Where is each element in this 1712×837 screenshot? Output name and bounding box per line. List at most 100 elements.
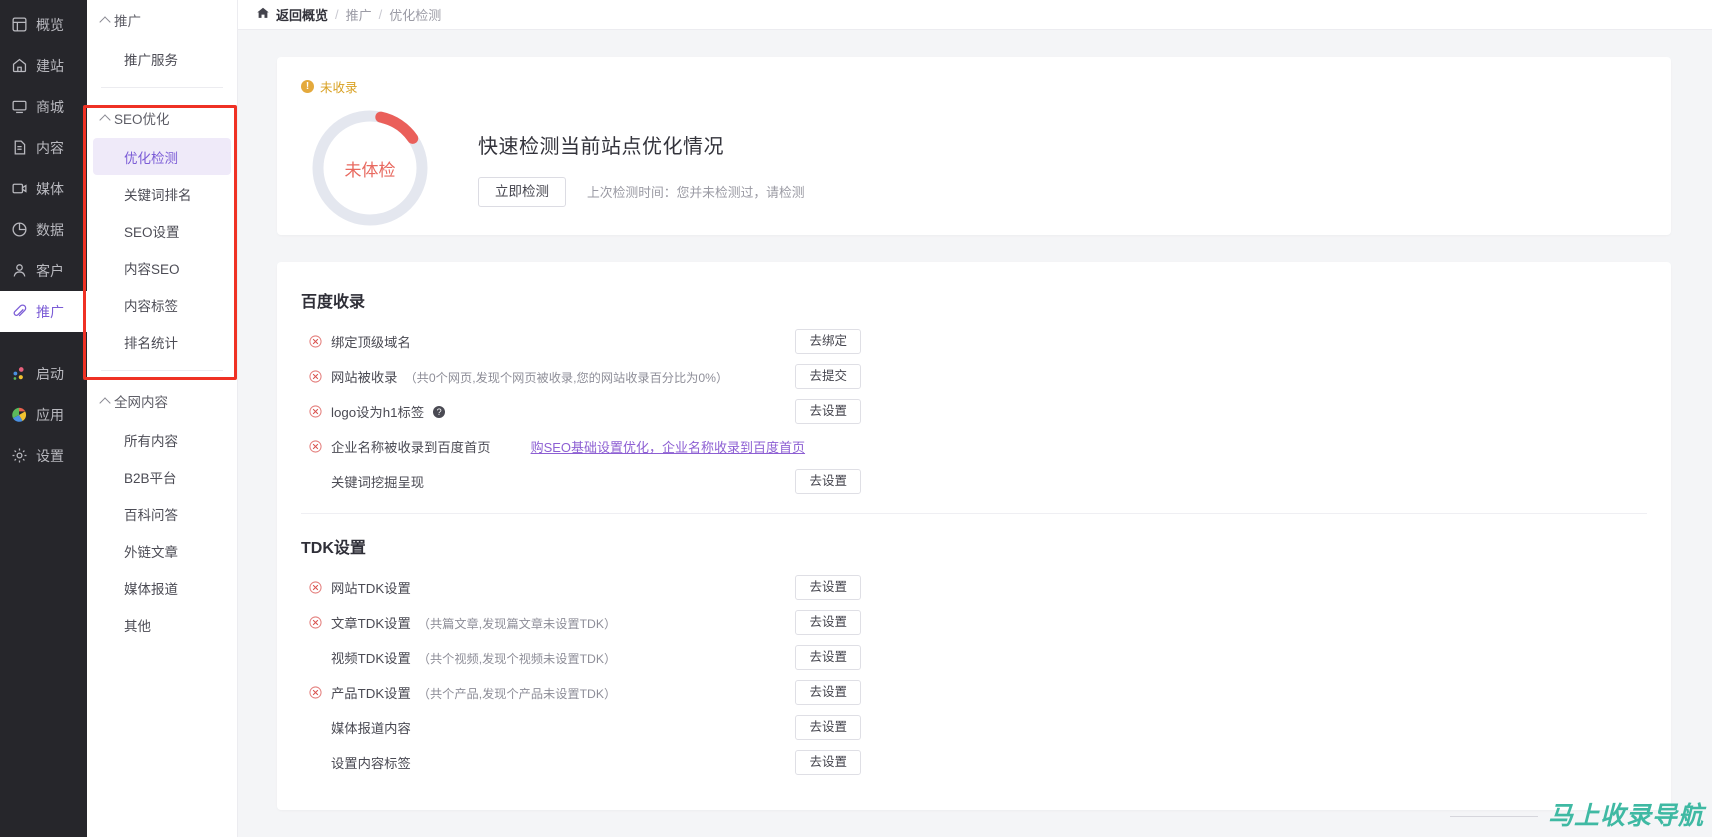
error-circle-icon <box>309 370 322 383</box>
home-icon <box>10 57 28 75</box>
paperclip-icon <box>10 303 28 321</box>
help-icon[interactable]: ? <box>433 405 446 418</box>
rail-item-label: 应用 <box>36 406 64 423</box>
rail-item-label: 客户 <box>36 262 64 279</box>
rail-item-paperclip[interactable]: 推广 <box>0 291 87 332</box>
breadcrumb-home-label: 返回概览 <box>276 8 329 23</box>
sidebar-item-label: 其他 <box>124 618 151 634</box>
rail-item-launch[interactable]: 启动 <box>0 353 87 394</box>
rail-item-document[interactable]: 内容 <box>0 127 87 168</box>
row-action-button[interactable]: 去设置 <box>795 399 861 424</box>
sidebar-item-label: 百科问答 <box>124 507 178 523</box>
sidebar-item-内容标签[interactable]: 内容标签 <box>93 286 231 323</box>
checklist-row-action: 去设置 <box>795 750 861 775</box>
checklist-row: 网站被收录 （共0个网页,发现个网页被收录,您的网站收录百分比为0%） 去提交 <box>301 359 861 394</box>
rail-item-apps[interactable]: 应用 <box>0 394 87 435</box>
rail-item-label: 启动 <box>36 365 64 382</box>
rail-item-home[interactable]: 建站 <box>0 45 87 86</box>
rail-item-shop[interactable]: 商城 <box>0 86 87 127</box>
checklist-row-label: 网站被收录 <box>331 370 398 385</box>
subnav-group-0[interactable]: 推广 <box>87 0 237 40</box>
rail-item-chart-pie[interactable]: 数据 <box>0 209 87 250</box>
sidebar-item-label: 所有内容 <box>124 433 178 449</box>
rail-item-media[interactable]: 媒体 <box>0 168 87 209</box>
sidebar-item-推广服务[interactable]: 推广服务 <box>93 40 231 77</box>
row-action-button[interactable]: 去提交 <box>795 364 861 389</box>
breadcrumb-separator-1: / <box>335 7 339 22</box>
sidebar-item-内容SEO[interactable]: 内容SEO <box>93 249 231 286</box>
checklist-row: logo设为h1标签? 去设置 <box>301 394 861 429</box>
primary-sidebar: 概览建站商城 内容媒体数据客户推广 启动应用设置 <box>0 0 87 837</box>
checklist-row-action: 去设置 <box>795 610 861 635</box>
gear-icon <box>10 447 28 465</box>
secondary-sidebar: 推广 推广服务 SEO优化优化检测 关键词排名 SEO设置内容SEO 内容标签 排名统计全网… <box>87 0 238 837</box>
document-icon <box>10 139 28 157</box>
chart-pie-icon <box>10 221 28 239</box>
rail-item-user[interactable]: 客户 <box>0 250 87 291</box>
checklist-row-note: （共个产品,发现个产品未设置TDK） <box>417 686 617 701</box>
subnav-group-1[interactable]: SEO优化 <box>87 98 237 138</box>
row-action-button[interactable]: 去设置 <box>795 645 861 670</box>
last-detect-time: 上次检测时间：您并未检测过，请检测 <box>587 185 805 200</box>
row-action-button[interactable]: 去设置 <box>795 750 861 775</box>
rail-item-grid[interactable]: 概览 <box>0 4 87 45</box>
sidebar-item-优化检测[interactable]: 优化检测 <box>93 138 231 175</box>
checklist-row-label: 企业名称被收录到百度首页 <box>331 440 491 455</box>
sidebar-item-排名统计[interactable]: 排名统计 <box>93 323 231 360</box>
rail-item-label: 数据 <box>36 221 64 238</box>
grid-icon <box>10 16 28 34</box>
start-detect-button[interactable]: 立即检测 <box>478 176 566 207</box>
sidebar-item-label: 外链文章 <box>124 544 178 560</box>
row-action-button[interactable]: 去设置 <box>795 469 861 494</box>
error-circle-icon <box>309 405 322 418</box>
breadcrumb-home[interactable]: 返回概览 <box>256 5 328 24</box>
checklist-row: 媒体报道内容 去设置 <box>301 710 861 745</box>
checklist-row: 设置内容标签 去设置 <box>301 745 861 780</box>
subnav-group-2[interactable]: 全网内容 <box>87 381 237 421</box>
checklist-row-label: logo设为h1标签 <box>331 405 425 420</box>
apps-icon <box>10 406 28 424</box>
sidebar-item-label: SEO设置 <box>124 224 180 240</box>
warning-icon: ! <box>301 80 314 93</box>
detection-title: 快速检测当前站点优化情况 <box>478 135 724 158</box>
chevron-up-icon <box>99 397 111 409</box>
content-scroll-area[interactable]: ! 未收录 未体检 快速检测当前站点优化情况 立即检测 上次检测时间：您并未检测… <box>238 30 1712 837</box>
sidebar-item-其他[interactable]: 其他 <box>93 606 231 643</box>
row-action-button[interactable]: 去设置 <box>795 680 861 705</box>
breadcrumb-level-1[interactable]: 推广 <box>346 5 372 24</box>
sidebar-item-百科问答[interactable]: 百科问答 <box>93 495 231 532</box>
sidebar-item-外链文章[interactable]: 外链文章 <box>93 532 231 569</box>
sidebar-item-B2B平台[interactable]: B2B平台 <box>93 458 231 495</box>
sidebar-item-label: 内容SEO <box>124 261 180 277</box>
checklist-row-label: 产品TDK设置 <box>331 686 411 701</box>
sidebar-item-媒体报道[interactable]: 媒体报道 <box>93 569 231 606</box>
row-action-button[interactable]: 去绑定 <box>795 329 861 354</box>
sidebar-item-关键词排名[interactable]: 关键词排名 <box>93 175 231 212</box>
detection-info: 快速检测当前站点优化情况 立即检测 上次检测时间：您并未检测过，请检测 <box>478 130 805 207</box>
chevron-up-icon <box>99 16 111 28</box>
promo-link[interactable]: 购SEO基础设置优化，企业名称收录到百度首页 <box>531 440 805 455</box>
row-action-button[interactable]: 去设置 <box>795 610 861 635</box>
checklist-row-label: 绑定顶级域名 <box>331 335 411 350</box>
status-badge: ! 未收录 <box>301 77 1647 96</box>
row-action-button[interactable]: 去设置 <box>795 715 861 740</box>
rail-item-label: 建站 <box>36 57 64 74</box>
app-root: 概览 建站 商城 内容 媒体 数据 客户 推广 启动 应用 设置 推广 推广服务 SEO优化 优化检测关… <box>0 0 1712 837</box>
checklist-row-action: 购SEO基础设置优化，企业名称收录到百度首页 <box>531 437 805 456</box>
subnav-group-label: SEO优化 <box>114 112 170 127</box>
row-action-button[interactable]: 去设置 <box>795 575 861 600</box>
sidebar-item-所有内容[interactable]: 所有内容 <box>93 421 231 458</box>
checklist-row: 企业名称被收录到百度首页 购SEO基础设置优化，企业名称收录到百度首页 <box>301 429 1647 464</box>
sidebar-item-label: B2B平台 <box>124 470 177 486</box>
rail-item-gear[interactable]: 设置 <box>0 435 87 476</box>
sidebar-item-SEO设置[interactable]: SEO设置 <box>93 212 231 249</box>
seo-checklist-card: 百度收录 绑定顶级域名 去绑定 网站被收录 （共0个网页,发现个网页被收录,您的网站收录… <box>277 262 1671 810</box>
breadcrumb-level-2[interactable]: 优化检测 <box>389 5 441 24</box>
rail-item-label: 推广 <box>36 303 64 320</box>
detection-body: 未体检 快速检测当前站点优化情况 立即检测 上次检测时间：您并未检测过，请检测 <box>301 106 1647 230</box>
checklist-row-action: 去设置 <box>795 399 861 424</box>
media-icon <box>10 180 28 198</box>
detection-card: ! 未收录 未体检 快速检测当前站点优化情况 立即检测 上次检测时间：您并未检测… <box>277 57 1671 235</box>
rail-item-label: 媒体 <box>36 180 64 197</box>
checklist-row-label: 关键词挖掘呈现 <box>331 475 425 490</box>
